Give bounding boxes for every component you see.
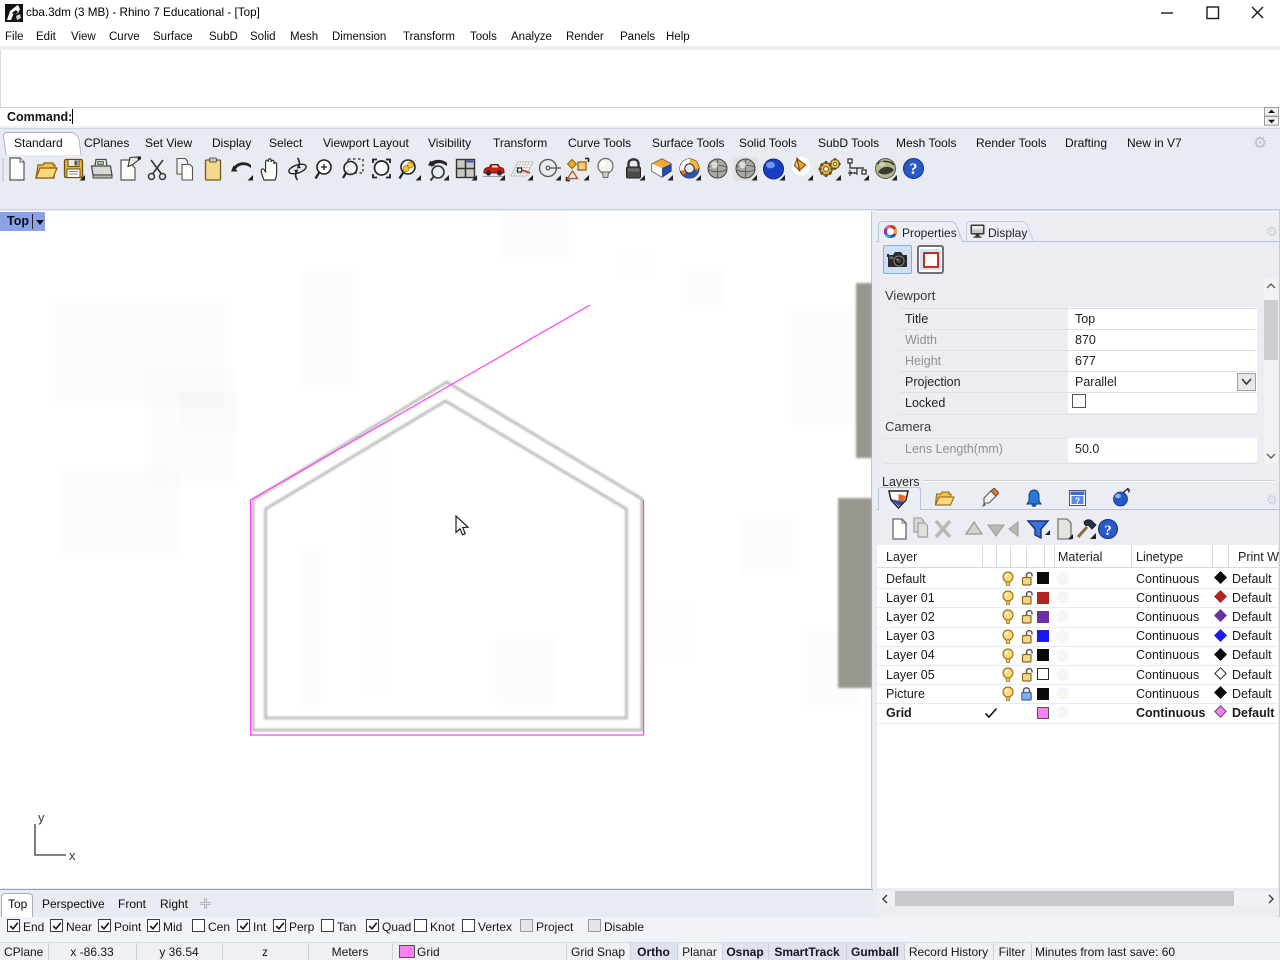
svg-text:y: y [38,810,45,825]
svg-text:?: ? [1104,523,1112,539]
svg-text:x: x [69,848,76,863]
svg-text:?: ? [1075,496,1080,506]
svg-text:?: ? [910,161,918,178]
